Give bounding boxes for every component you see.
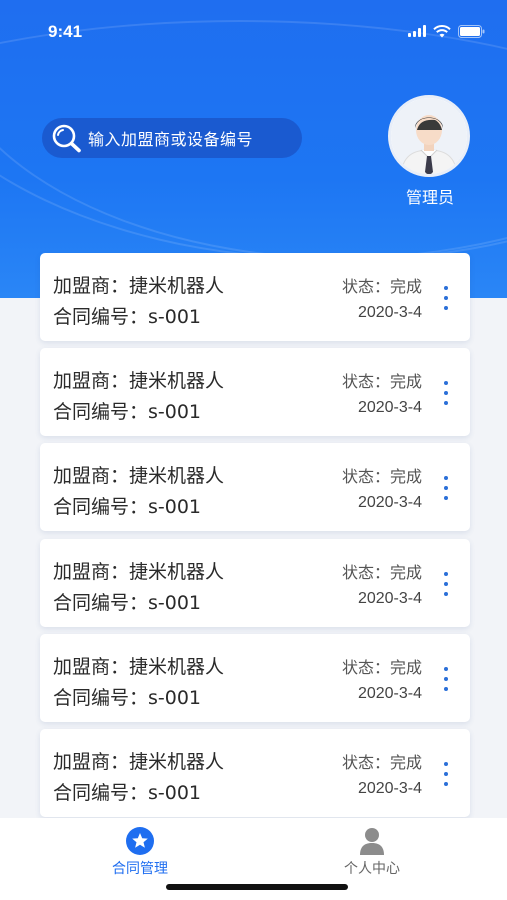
more-options-icon[interactable] <box>442 381 450 405</box>
contract-date: 2020-3-4 <box>357 590 422 607</box>
status-time: 9:41 <box>48 22 83 41</box>
franchisee-label: 加盟商：捷米机器人 <box>53 370 225 392</box>
contract-card[interactable]: 加盟商：捷米机器人 合同编号：s-001 状态：完成 2020-3-4 <box>40 729 470 817</box>
contract-status: 状态：完成 <box>341 277 422 296</box>
tab-label: 合同管理 <box>112 861 168 877</box>
contract-card[interactable]: 加盟商：捷米机器人 合同编号：s-001 状态：完成 2020-3-4 <box>40 348 470 436</box>
contract-card[interactable]: 加盟商：捷米机器人 合同编号：s-001 状态：完成 2020-3-4 <box>40 634 470 722</box>
franchisee-label: 加盟商：捷米机器人 <box>53 561 225 583</box>
franchisee-label: 加盟商：捷米机器人 <box>53 751 225 773</box>
contract-number-label: 合同编号：s-001 <box>53 496 202 518</box>
search-bar[interactable]: 输入加盟商或设备编号 <box>42 118 302 158</box>
star-icon <box>125 826 155 856</box>
more-options-icon[interactable] <box>442 286 450 310</box>
contract-date: 2020-3-4 <box>357 685 422 702</box>
contract-status: 状态：完成 <box>341 372 422 391</box>
franchisee-label: 加盟商：捷米机器人 <box>53 275 225 297</box>
contract-number-label: 合同编号：s-001 <box>53 782 202 804</box>
contract-number-label: 合同编号：s-001 <box>53 401 202 423</box>
more-options-icon[interactable] <box>442 762 450 786</box>
user-role-label: 管理员 <box>405 188 454 207</box>
contract-status: 状态：完成 <box>341 753 422 772</box>
contract-date: 2020-3-4 <box>357 494 422 511</box>
more-options-icon[interactable] <box>442 476 450 500</box>
contract-date: 2020-3-4 <box>357 399 422 416</box>
contract-status: 状态：完成 <box>341 658 422 677</box>
status-bar: 9:41 <box>0 0 507 64</box>
contract-number-label: 合同编号：s-001 <box>53 306 202 328</box>
wifi-icon <box>433 24 451 38</box>
search-placeholder: 输入加盟商或设备编号 <box>88 130 254 149</box>
more-options-icon[interactable] <box>442 667 450 691</box>
battery-icon <box>458 24 485 38</box>
contract-date: 2020-3-4 <box>357 780 422 797</box>
contract-card[interactable]: 加盟商：捷米机器人 合同编号：s-001 状态：完成 2020-3-4 <box>40 253 470 341</box>
contract-card[interactable]: 加盟商：捷米机器人 合同编号：s-001 状态：完成 2020-3-4 <box>40 443 470 531</box>
contract-card[interactable]: 加盟商：捷米机器人 合同编号：s-001 状态：完成 2020-3-4 <box>40 539 470 627</box>
contract-date: 2020-3-4 <box>357 304 422 321</box>
franchisee-label: 加盟商：捷米机器人 <box>53 465 225 487</box>
contract-status: 状态：完成 <box>341 467 422 486</box>
more-options-icon[interactable] <box>442 572 450 596</box>
franchisee-label: 加盟商：捷米机器人 <box>53 656 225 678</box>
home-indicator <box>166 884 348 890</box>
contract-status: 状态：完成 <box>341 563 422 582</box>
user-avatar[interactable] <box>388 95 470 177</box>
contract-number-label: 合同编号：s-001 <box>53 687 202 709</box>
tab-contract-management[interactable]: 合同管理 <box>80 826 200 878</box>
search-icon <box>50 123 84 153</box>
tab-personal-center[interactable]: 个人中心 <box>312 826 432 878</box>
person-icon <box>357 826 387 856</box>
cellular-signal-icon <box>408 25 426 37</box>
contract-number-label: 合同编号：s-001 <box>53 592 202 614</box>
user-avatar-image <box>391 98 467 174</box>
tab-label: 个人中心 <box>344 861 400 877</box>
